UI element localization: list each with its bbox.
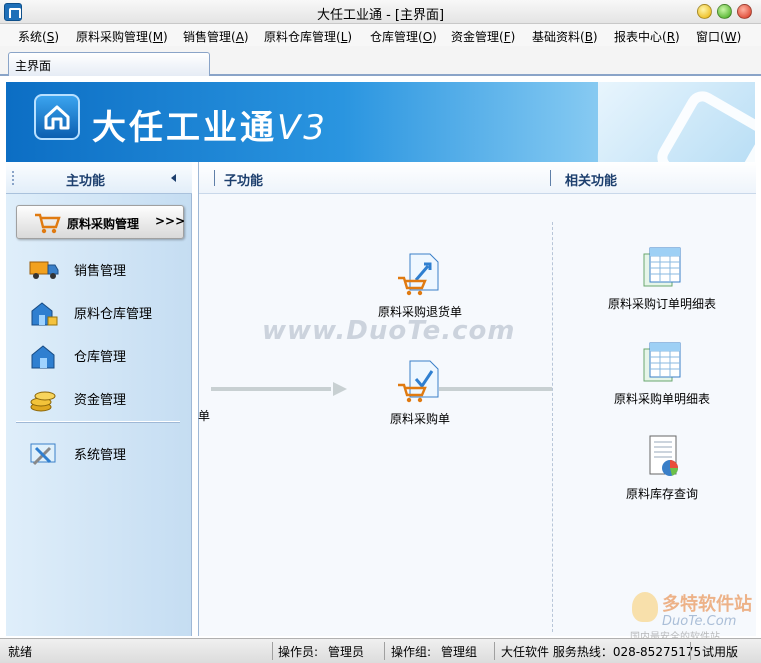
flow-line bbox=[211, 387, 331, 391]
operator-label: 操作员: bbox=[278, 645, 319, 659]
menu-sales[interactable]: 销售管理(A) bbox=[183, 28, 249, 45]
corner-watermark-logo: 多特软件站 DuoTe.Com 国内最安全的软件站 bbox=[626, 588, 758, 643]
group-value: 管理组 bbox=[441, 645, 478, 659]
sidebar-item-label: 仓库管理 bbox=[74, 350, 127, 365]
sidebar-item-label: 原料仓库管理 bbox=[74, 307, 153, 322]
related-function-order-detail[interactable]: 原料采购订单明细表 bbox=[592, 244, 732, 312]
sub-function-return-order[interactable]: 原料采购退货单 bbox=[355, 252, 485, 320]
sidebar-item-material-purchase[interactable]: 原料采购管理 >>> bbox=[16, 205, 186, 239]
content-header: 子功能 相关功能 bbox=[199, 162, 756, 194]
brand-logo-icon bbox=[34, 94, 80, 140]
flow-arrow-icon bbox=[333, 382, 347, 396]
menu-basic-data[interactable]: 基础资料(B) bbox=[532, 28, 598, 45]
sub-function-header: 子功能 bbox=[224, 174, 264, 189]
minimize-button[interactable] bbox=[697, 4, 712, 19]
tab-strip: 主界面 bbox=[0, 46, 761, 76]
close-button[interactable] bbox=[737, 4, 752, 19]
sidebar-item-label: 系统管理 bbox=[74, 448, 127, 463]
hidden-function-label[interactable]: 单 bbox=[198, 407, 210, 424]
coins-icon bbox=[28, 385, 60, 416]
lightbulb-icon bbox=[632, 592, 658, 622]
status-state: 就绪 bbox=[8, 645, 33, 659]
menu-window[interactable]: 窗口(W) bbox=[696, 28, 741, 45]
menu-bar: 系统(S) 原料采购管理(M) 销售管理(A) 原料仓库管理(L) 仓库管理(O… bbox=[0, 24, 761, 46]
sidebar-item-warehouse[interactable]: 仓库管理 bbox=[28, 340, 188, 370]
tools-icon bbox=[28, 440, 60, 471]
window-title: 大任工业通 - [主界面] bbox=[316, 8, 445, 23]
tab-main[interactable]: 主界面 bbox=[8, 52, 210, 76]
main-function-panel: 主功能 原料采购管理 >>> 销售管理 原料仓库管理 仓库管理 资金管理 系统管… bbox=[6, 162, 192, 636]
maximize-button[interactable] bbox=[717, 4, 732, 19]
truck-icon bbox=[28, 256, 60, 285]
column-divider bbox=[552, 222, 553, 632]
spreadsheet-icon bbox=[638, 247, 686, 293]
return-order-icon bbox=[396, 253, 444, 301]
spreadsheet-icon bbox=[638, 342, 686, 388]
main-function-label: 主功能 bbox=[66, 174, 106, 189]
sidebar-item-material-warehouse[interactable]: 原料仓库管理 bbox=[28, 297, 188, 327]
edition-badge: 试用版 bbox=[702, 645, 739, 659]
content-area: 子功能 相关功能 原料采购退货单 原料采购单 原料采购订单明细表 原料采购单明细… bbox=[198, 162, 756, 636]
sidebar-item-sales[interactable]: 销售管理 bbox=[28, 254, 188, 284]
title-bar: 大任工业通 - [主界面] bbox=[0, 0, 761, 24]
menu-system[interactable]: 系统(S) bbox=[18, 28, 59, 45]
related-function-header: 相关功能 bbox=[565, 174, 618, 189]
menu-warehouse[interactable]: 仓库管理(O) bbox=[370, 28, 437, 45]
status-bar: 就绪 操作员: 管理员 操作组: 管理组 大任软件 服务热线：028-85275… bbox=[0, 638, 761, 663]
sub-function-label: 原料采购单 bbox=[389, 412, 450, 426]
brand-title: 大任工业通V3 bbox=[92, 108, 328, 148]
watermark-text: www.DuoTe.com bbox=[262, 316, 516, 346]
header-separator bbox=[550, 170, 551, 186]
banner: 大任工业通V3 bbox=[6, 82, 755, 162]
report-chart-icon bbox=[638, 435, 686, 483]
sidebar-divider bbox=[16, 421, 180, 423]
operator-value: 管理员 bbox=[328, 645, 365, 659]
banner-decoration bbox=[598, 82, 755, 162]
sidebar-item-finance[interactable]: 资金管理 bbox=[28, 383, 188, 413]
expand-chevron: >>> bbox=[155, 214, 186, 228]
purchase-order-icon bbox=[396, 360, 444, 408]
house-icon bbox=[28, 342, 60, 373]
sidebar-active-label: 原料采购管理 bbox=[67, 217, 140, 231]
menu-reports[interactable]: 报表中心(R) bbox=[614, 28, 680, 45]
sidebar-item-system[interactable]: 系统管理 bbox=[28, 438, 188, 468]
cart-icon bbox=[33, 211, 61, 238]
collapse-arrow-icon[interactable] bbox=[171, 174, 176, 182]
group-label: 操作组: bbox=[391, 645, 432, 659]
main-function-header: 主功能 bbox=[6, 162, 192, 194]
header-separator bbox=[214, 170, 215, 186]
grip-icon bbox=[12, 171, 15, 185]
related-function-label: 原料采购订单明细表 bbox=[607, 297, 716, 311]
related-function-stock-query[interactable]: 原料库存查询 bbox=[592, 434, 732, 502]
related-function-purchase-detail[interactable]: 原料采购单明细表 bbox=[592, 339, 732, 407]
sidebar-item-label: 资金管理 bbox=[74, 393, 127, 408]
warehouse-icon bbox=[28, 299, 60, 330]
hotline-text: 大任软件 服务热线：028-85275175 bbox=[501, 645, 702, 659]
menu-material-warehouse[interactable]: 原料仓库管理(L) bbox=[264, 28, 352, 45]
menu-material-purchase[interactable]: 原料采购管理(M) bbox=[76, 28, 168, 45]
sidebar-item-label: 销售管理 bbox=[74, 264, 127, 279]
related-function-label: 原料采购单明细表 bbox=[613, 392, 710, 406]
menu-finance[interactable]: 资金管理(F) bbox=[451, 28, 515, 45]
related-function-label: 原料库存查询 bbox=[625, 487, 698, 501]
sub-function-purchase-order[interactable]: 原料采购单 bbox=[355, 359, 485, 427]
